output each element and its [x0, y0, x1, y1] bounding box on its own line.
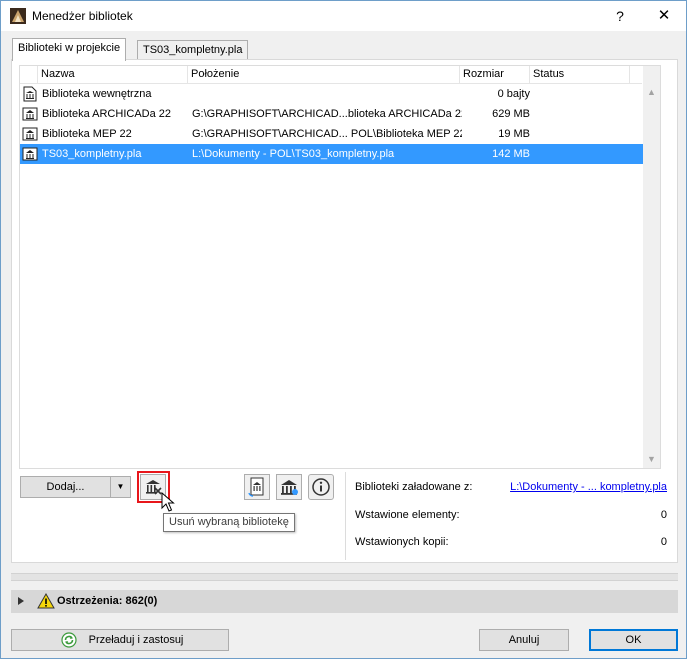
remove-library-tooltip: Usuń wybraną bibliotekę — [163, 513, 295, 532]
library-size: 629 MB — [492, 108, 530, 120]
info-divider — [345, 472, 346, 560]
library-location: G:\GRAPHISOFT\ARCHICAD...blioteka ARCHIC… — [192, 108, 462, 120]
library-info-button[interactable] — [308, 474, 334, 500]
ok-button[interactable]: OK — [589, 629, 678, 651]
reload-and-apply-button[interactable]: Przeładuj i zastosuj — [11, 629, 229, 651]
library-status — [533, 124, 633, 144]
column-header-status[interactable]: Status — [530, 66, 630, 84]
library-icon — [22, 107, 38, 121]
archicad-app-icon — [10, 8, 26, 24]
list-scrollbar[interactable]: ▲ ▼ — [643, 66, 660, 468]
list-row-ts03-container[interactable]: TS03_kompletny.pla L:\Dokumenty - POL\TS… — [20, 144, 652, 164]
reload-icon — [61, 632, 77, 648]
add-library-button[interactable]: Dodaj... — [20, 476, 111, 498]
cancel-button[interactable]: Anuluj — [479, 629, 569, 651]
list-row-archicad-library[interactable]: Biblioteka ARCHICADa 22 G:\GRAPHISOFT\AR… — [20, 104, 652, 124]
library-location — [192, 84, 462, 104]
library-list: Nazwa Położenie Rozmiar Status Bibliotek… — [19, 65, 661, 469]
placed-copies-value: 0 — [660, 536, 667, 548]
library-container-icon — [22, 147, 38, 161]
loaded-from-link[interactable]: L:\Dokumenty - ... kompletny.pla — [510, 481, 667, 493]
loaded-from-label: Biblioteki załadowane z: — [355, 481, 473, 493]
library-status — [533, 104, 633, 124]
reload-and-apply-label: Przeładuj i zastosuj — [88, 634, 184, 646]
list-row-embedded-library[interactable]: Biblioteka wewnętrzna 0 bajty — [20, 84, 652, 104]
reload-library-button[interactable] — [244, 474, 270, 500]
help-button[interactable]: ? — [598, 1, 642, 31]
info-icon — [312, 478, 330, 496]
list-header: Nazwa Położenie Rozmiar Status — [20, 66, 642, 84]
library-name: Biblioteka wewnętrzna — [42, 88, 152, 100]
library-size: 0 bajty — [497, 88, 530, 100]
scroll-up-arrow-icon[interactable]: ▲ — [643, 84, 660, 101]
library-size: 142 MB — [492, 148, 530, 160]
column-header-icon — [20, 66, 38, 84]
library-location: G:\GRAPHISOFT\ARCHICAD... POL\Biblioteka… — [192, 128, 462, 140]
library-settings-button[interactable] — [276, 474, 302, 500]
warning-icon — [37, 593, 55, 609]
warnings-panel-header[interactable]: Ostrzeżenia: 862(0) — [11, 590, 678, 613]
library-status — [533, 144, 633, 164]
warnings-count-label: Ostrzeżenia: 862(0) — [57, 595, 158, 607]
expand-triangle-icon[interactable] — [17, 596, 25, 606]
embedded-library-icon — [23, 86, 37, 102]
splitter-bar[interactable] — [11, 573, 678, 581]
mouse-pointer-icon — [161, 492, 175, 512]
library-name: Biblioteka MEP 22 — [42, 128, 132, 140]
scroll-down-arrow-icon[interactable]: ▼ — [643, 451, 660, 468]
column-header-location[interactable]: Położenie — [188, 66, 460, 84]
list-row-mep-library[interactable]: Biblioteka MEP 22 G:\GRAPHISOFT\ARCHICAD… — [20, 124, 652, 144]
placed-copies-label: Wstawionych kopii: — [355, 536, 449, 548]
library-manager-dialog: Menedżer bibliotek ? ✕ Biblioteki w proj… — [0, 0, 687, 659]
library-size: 19 MB — [498, 128, 530, 140]
library-location: L:\Dokumenty - POL\TS03_kompletny.pla — [192, 148, 395, 160]
library-settings-icon — [281, 480, 298, 495]
add-dropdown-arrow-icon[interactable]: ▼ — [110, 476, 131, 498]
tab-libraries-in-project[interactable]: Biblioteki w projekcie — [12, 38, 127, 61]
library-icon — [22, 127, 38, 141]
column-header-name[interactable]: Nazwa — [38, 66, 188, 84]
window-title: Menedżer bibliotek — [32, 9, 133, 23]
title-bar: Menedżer bibliotek ? ✕ — [1, 1, 686, 31]
list-rows: Biblioteka wewnętrzna 0 bajty Biblioteka… — [20, 84, 652, 164]
close-button[interactable]: ✕ — [642, 1, 686, 31]
placed-elements-label: Wstawione elementy: — [355, 509, 460, 521]
placed-elements-value: 0 — [660, 509, 667, 521]
library-reload-icon — [248, 477, 264, 497]
tab-ts03-container[interactable]: TS03_kompletny.pla — [137, 40, 249, 60]
library-status — [533, 84, 633, 104]
column-header-size[interactable]: Rozmiar — [460, 66, 530, 84]
library-name: TS03_kompletny.pla — [42, 148, 142, 160]
tab-panel: Nazwa Położenie Rozmiar Status Bibliotek… — [11, 59, 678, 563]
library-name: Biblioteka ARCHICADa 22 — [42, 108, 172, 120]
